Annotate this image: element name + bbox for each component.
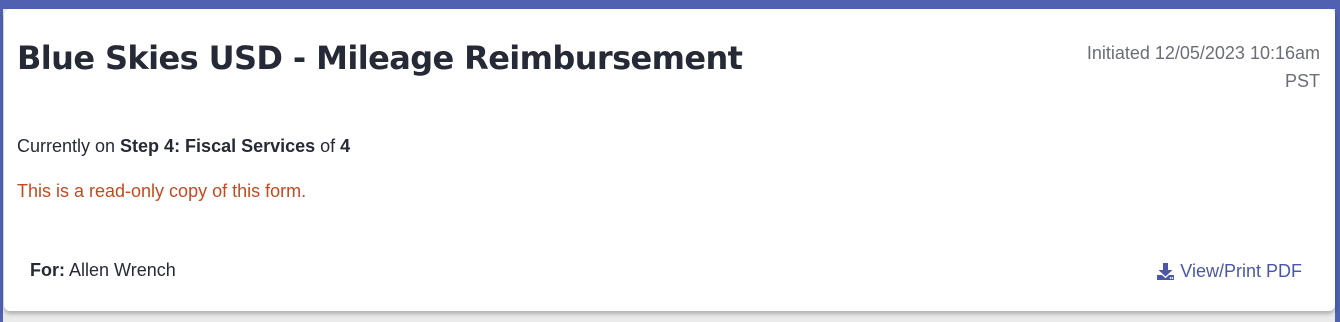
- view-print-pdf-link[interactable]: View/Print PDF: [1156, 261, 1302, 282]
- readonly-notice: This is a read-only copy of this form.: [17, 181, 307, 201]
- form-header-card: Blue Skies USD - Mileage Reimbursement I…: [4, 9, 1335, 311]
- top-accent-bar: [0, 0, 1340, 9]
- step-of-text: of: [315, 136, 341, 156]
- recipient-line: For: Allen Wrench: [30, 260, 176, 281]
- download-icon: [1156, 262, 1175, 281]
- recipient-name: Allen Wrench: [65, 260, 176, 280]
- initiated-timestamp: Initiated 12/05/2023 10:16am PST: [1000, 39, 1320, 95]
- step-total: 4: [340, 136, 351, 156]
- view-print-pdf-label: View/Print PDF: [1180, 261, 1302, 281]
- current-step-status: Currently on Step 4: Fiscal Services of …: [17, 136, 350, 157]
- step-prefix: Currently on: [17, 136, 121, 156]
- initiated-timezone: PST: [1284, 71, 1320, 91]
- recipient-label: For:: [30, 260, 65, 280]
- initiated-date: Initiated 12/05/2023 10:16am: [1086, 43, 1320, 63]
- left-accent-edge: [0, 0, 3, 322]
- form-title: Blue Skies USD - Mileage Reimbursement: [17, 39, 743, 77]
- page-frame: Blue Skies USD - Mileage Reimbursement I…: [0, 0, 1340, 322]
- right-accent-edge: [1335, 0, 1340, 322]
- step-name: Step 4: Fiscal Services: [120, 136, 316, 156]
